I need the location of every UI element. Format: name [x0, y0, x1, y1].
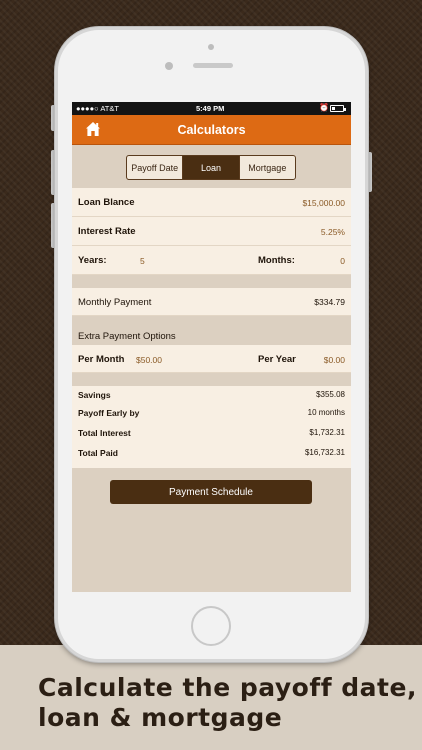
- nav-bar: Calculators: [72, 115, 351, 145]
- total-paid-label: Total Paid: [78, 448, 118, 458]
- years-field[interactable]: 5: [140, 256, 145, 266]
- total-interest-row: Total Interest $1,732.31: [72, 428, 351, 446]
- interest-rate-field[interactable]: 5.25%: [321, 227, 345, 237]
- carrier-label: ●●●●○ AT&T: [76, 104, 119, 113]
- savings-value: $355.08: [316, 390, 345, 399]
- monthly-payment-value: $334.79: [314, 297, 345, 307]
- months-field[interactable]: 0: [340, 256, 345, 266]
- interest-rate-row[interactable]: Interest Rate 5.25%: [72, 217, 351, 246]
- per-year-label: Per Year: [258, 354, 296, 365]
- total-interest-value: $1,732.31: [309, 428, 345, 437]
- page-title: Calculators: [177, 123, 246, 137]
- tab-payoff-date[interactable]: Payoff Date: [127, 156, 184, 179]
- payoff-early-row: Payoff Early by 10 months: [72, 408, 351, 426]
- total-paid-row: Total Paid $16,732.31: [72, 448, 351, 466]
- phone-home-button[interactable]: [191, 606, 231, 646]
- loan-balance-row[interactable]: Loan Blance $15,000.00: [72, 188, 351, 217]
- front-camera: [165, 62, 173, 70]
- interest-rate-label: Interest Rate: [78, 226, 136, 237]
- savings-label: Savings: [78, 390, 111, 400]
- earpiece-speaker: [193, 63, 233, 68]
- monthly-payment-row: Monthly Payment $334.79: [72, 288, 351, 316]
- years-label: Years:: [78, 255, 107, 266]
- tab-mortgage[interactable]: Mortgage: [240, 156, 295, 179]
- per-year-field[interactable]: $0.00: [324, 355, 345, 365]
- status-time: 5:49 PM: [196, 104, 225, 113]
- savings-row: Savings $355.08: [72, 390, 351, 408]
- total-interest-label: Total Interest: [78, 428, 131, 438]
- payoff-early-value: 10 months: [307, 408, 345, 417]
- extra-payment-header: Extra Payment Options: [78, 331, 176, 342]
- caption-line-1: Calculate the payoff date,: [38, 673, 417, 702]
- results-summary: Savings $355.08 Payoff Early by 10 month…: [72, 386, 351, 468]
- alarm-icon: ⏰: [319, 103, 329, 112]
- payoff-early-label: Payoff Early by: [78, 408, 140, 418]
- per-month-field[interactable]: $50.00: [136, 355, 162, 365]
- total-paid-value: $16,732.31: [304, 448, 345, 457]
- status-bar: ●●●●○ AT&T 5:49 PM ⏰: [72, 102, 351, 115]
- term-row: Years: 5 Months: 0: [72, 246, 351, 275]
- monthly-payment-label: Monthly Payment: [78, 297, 152, 308]
- calculator-type-selector: Payoff Date Loan Mortgage: [126, 155, 296, 180]
- months-label: Months:: [258, 255, 295, 266]
- per-month-label: Per Month: [78, 354, 125, 365]
- battery-icon: [330, 105, 346, 112]
- proximity-sensor: [208, 44, 214, 50]
- loan-balance-field[interactable]: $15,000.00: [302, 198, 345, 208]
- loan-balance-label: Loan Blance: [78, 197, 135, 208]
- extra-payment-row: Per Month $50.00 Per Year $0.00: [72, 345, 351, 373]
- app-screen: ●●●●○ AT&T 5:49 PM ⏰ Calculators Payoff …: [72, 102, 351, 592]
- caption-line-2: loan & mortgage: [38, 703, 283, 732]
- payment-schedule-button[interactable]: Payment Schedule: [110, 480, 312, 504]
- tab-loan[interactable]: Loan: [183, 156, 240, 179]
